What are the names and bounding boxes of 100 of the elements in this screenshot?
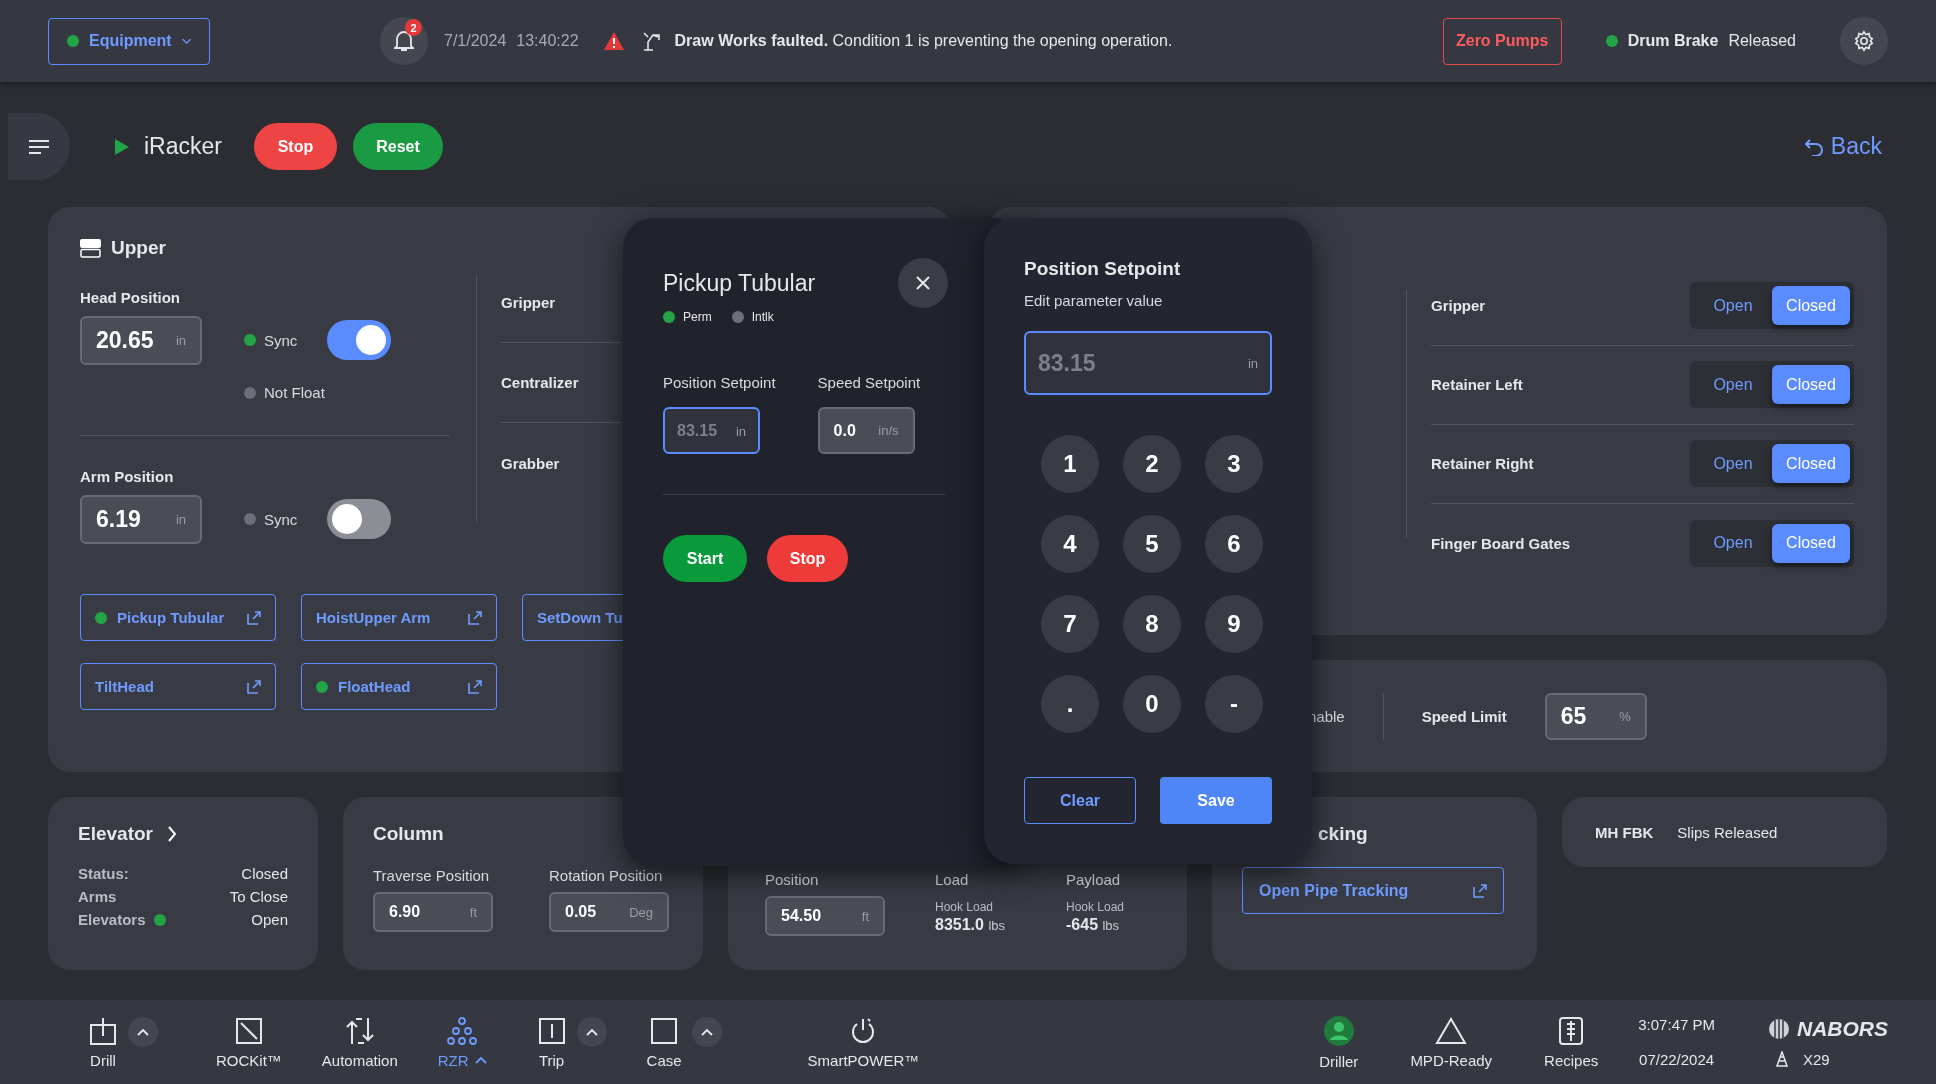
position-field[interactable]: 0.05 Deg: [549, 892, 669, 932]
caret-up-icon: [137, 1028, 149, 1036]
warning-icon: [602, 31, 625, 51]
clock-date: 07/22/2024: [1639, 1051, 1715, 1068]
nav-item[interactable]: SmartPOWER™: [807, 1015, 920, 1069]
panel-icon: [80, 238, 101, 258]
expand-button[interactable]: [128, 1017, 158, 1047]
nav-item[interactable]: Automation: [321, 1015, 398, 1069]
toggle-option[interactable]: Open: [1694, 286, 1772, 325]
toggle-option[interactable]: Open: [1694, 444, 1772, 483]
equipment-dropdown[interactable]: Equipment: [48, 17, 210, 65]
rzr-icon: [446, 1015, 479, 1046]
nav-item[interactable]: Drill: [88, 1015, 118, 1069]
expand-button[interactable]: [576, 1017, 607, 1047]
alert-date: 7/1/2024: [444, 32, 507, 50]
expand-button[interactable]: [691, 1017, 722, 1047]
notification-badge: 2: [405, 19, 422, 36]
reset-button[interactable]: Reset: [352, 123, 443, 170]
keypad-key[interactable]: -: [1205, 675, 1263, 733]
position-field[interactable]: 54.50 ft: [765, 896, 885, 936]
field-label: Rotation Position: [549, 867, 664, 884]
toggle-option[interactable]: Open: [1694, 523, 1772, 563]
rig-name: X29: [1803, 1050, 1830, 1068]
status-label: Elevators: [78, 911, 146, 928]
clear-button[interactable]: Clear: [1024, 777, 1136, 824]
nav-item[interactable]: RZR: [437, 1015, 487, 1069]
status-value: Open: [251, 911, 288, 928]
device-label: Grabber: [501, 454, 560, 472]
dialog-subtitle: Edit parameter value: [1024, 292, 1164, 309]
keypad-key[interactable]: 9: [1205, 595, 1263, 653]
keypad-key[interactable]: 1: [1041, 435, 1099, 493]
function-button[interactable]: HoistUpper Arm: [301, 594, 497, 641]
toggle-option[interactable]: Open: [1694, 365, 1772, 404]
clamp-label: Finger Board Gates: [1431, 534, 1571, 552]
reading-value: -645 lbs: [1066, 916, 1121, 934]
clamp-label: Retainer Right: [1431, 455, 1534, 472]
bell-icon: [394, 30, 414, 52]
notifications-button[interactable]: 2: [380, 17, 428, 65]
field-label: Position: [765, 871, 820, 888]
float-status: Not Float: [264, 384, 325, 401]
settings-button[interactable]: [1840, 17, 1888, 65]
stop-button[interactable]: Stop: [253, 123, 337, 170]
undo-arrow-icon: [1804, 137, 1823, 156]
sync-toggle[interactable]: [327, 499, 392, 539]
field-label: Position Setpoint: [663, 374, 776, 391]
field-label: Arm Position: [80, 468, 175, 485]
external-link-icon: [1473, 883, 1487, 898]
position-field[interactable]: 20.65 in: [80, 316, 202, 365]
external-link-icon: [247, 679, 261, 694]
page-title: iRacker: [144, 133, 222, 160]
sync-label: Sync: [264, 331, 298, 349]
rig-icon: [1775, 1051, 1789, 1067]
function-button[interactable]: Pickup Tubular: [80, 594, 276, 641]
triangle-icon: [1434, 1015, 1469, 1046]
chevron-down-icon: [181, 36, 191, 46]
field-label: Head Position: [80, 289, 181, 306]
open-pipe-tracking-button[interactable]: Open Pipe Tracking: [1242, 867, 1504, 914]
keypad-key[interactable]: .: [1041, 675, 1099, 733]
reading-value: 8351.0 lbs: [935, 916, 1006, 934]
keypad-key[interactable]: 4: [1041, 515, 1099, 573]
stop-button[interactable]: Stop: [767, 535, 848, 582]
speed-limit-field[interactable]: 65 %: [1544, 692, 1647, 740]
drum-brake-status: Released: [1728, 32, 1796, 50]
start-button[interactable]: Start: [663, 535, 747, 582]
menu-icon: [28, 138, 50, 155]
keypad-key[interactable]: 3: [1205, 435, 1263, 493]
field-label: Traverse Position: [373, 867, 491, 884]
device-label: Centralizer: [501, 374, 579, 391]
sync-label: Sync: [264, 510, 298, 528]
keypad-key[interactable]: 0: [1123, 675, 1181, 733]
position-field[interactable]: 6.19 in: [80, 495, 202, 544]
setpoint-field[interactable]: 0.0 in/s: [817, 407, 915, 454]
nav-item[interactable]: ROCKit™: [216, 1015, 282, 1069]
keypad-key[interactable]: 2: [1123, 435, 1181, 493]
function-button[interactable]: FloatHead: [301, 663, 497, 710]
status-item[interactable]: Recipes: [1544, 1015, 1599, 1069]
case-icon: [649, 1015, 680, 1046]
keypad-key[interactable]: 7: [1041, 595, 1099, 653]
zero-pumps-button[interactable]: Zero Pumps: [1442, 17, 1562, 65]
alert-time: 13:40:22: [516, 32, 579, 50]
drum-brake-label: Drum Brake: [1627, 32, 1719, 50]
sync-toggle[interactable]: [327, 320, 392, 360]
nav-item[interactable]: Trip: [536, 1015, 567, 1069]
external-link-icon: [247, 610, 261, 625]
status-value: To Close: [229, 888, 288, 905]
position-field[interactable]: 6.90 ft: [373, 892, 493, 932]
menu-button[interactable]: [8, 113, 70, 180]
keypad-key[interactable]: 6: [1205, 515, 1263, 573]
function-button[interactable]: TiltHead: [80, 663, 276, 710]
status-value: Slips Released: [1677, 823, 1778, 841]
reading-caption: Hook Load: [935, 900, 995, 914]
keypad-key[interactable]: 5: [1123, 515, 1181, 573]
back-link[interactable]: Back: [1798, 132, 1888, 161]
status-item[interactable]: Driller: [1319, 1014, 1359, 1070]
status-value: Closed: [241, 865, 288, 882]
recipes-icon: [1557, 1015, 1586, 1046]
keypad-key[interactable]: 8: [1123, 595, 1181, 653]
nav-item[interactable]: Case: [646, 1015, 682, 1069]
status-item[interactable]: MPD-Ready: [1410, 1015, 1493, 1069]
close-button[interactable]: [898, 258, 948, 308]
